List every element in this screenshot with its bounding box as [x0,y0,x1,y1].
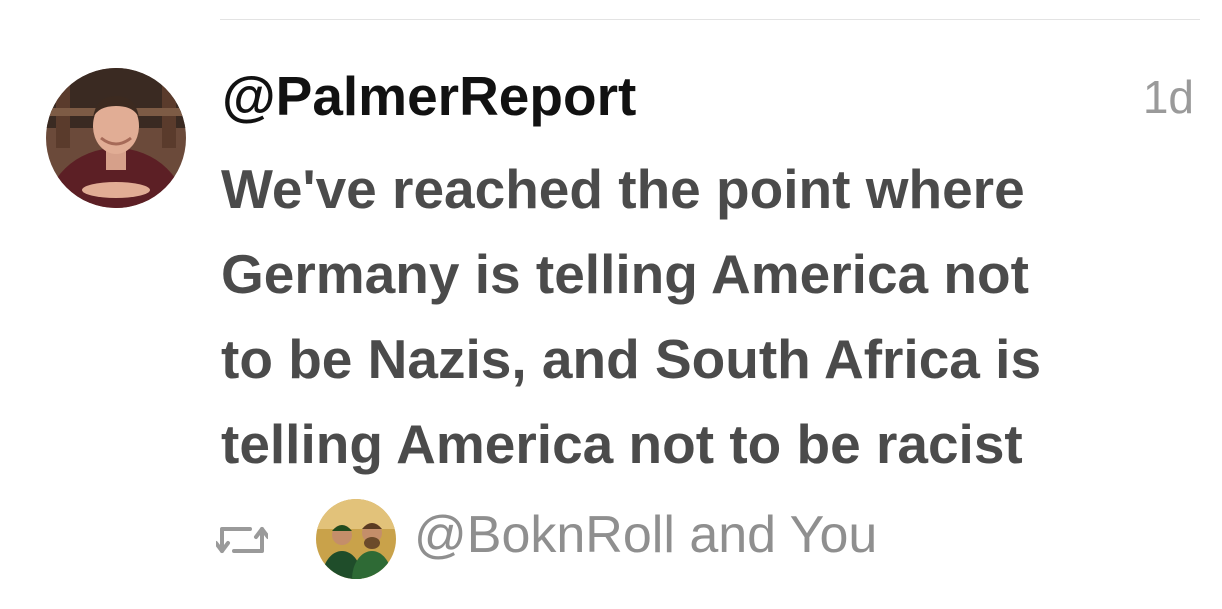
tweet-line: to be Nazis, and South Africa is [221,328,1042,390]
author-avatar-photo [46,68,186,208]
tweet-line: We've reached the point where [221,158,1025,220]
retweeter-avatar[interactable] [316,499,396,579]
retweet-row[interactable]: @BoknRoll and You [214,495,1016,585]
retweeted-by-text[interactable]: @BoknRoll and You [414,505,877,565]
tweet-timestamp: 1d [1142,71,1194,123]
tweet-line: telling America not to be racist [221,413,1023,475]
tweet-author-handle[interactable]: @PalmerReport [222,64,636,128]
top-divider [220,19,1200,20]
tweet-line: Germany is telling America not [221,243,1029,305]
author-avatar[interactable] [46,68,186,208]
tweet-body: We've reached the point where Germany is… [221,147,1206,487]
retweet-icon [214,521,270,559]
retweeter-avatar-photo [316,499,396,579]
